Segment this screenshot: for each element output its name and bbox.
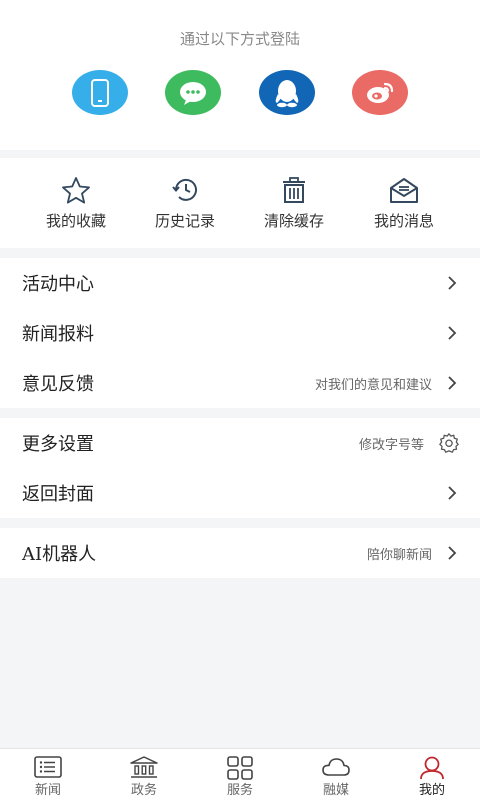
- chevron-right-icon: [448, 486, 457, 500]
- gear-icon: [439, 433, 459, 453]
- tab-government[interactable]: 政务: [96, 749, 192, 800]
- chevron-right-icon: [448, 546, 457, 560]
- chevron-right-icon: [448, 326, 457, 340]
- user-icon: [420, 756, 444, 780]
- qq-login-button[interactable]: [259, 70, 315, 115]
- menu-item-label: 意见反馈: [22, 374, 94, 395]
- favorites-button[interactable]: 我的收藏: [16, 158, 136, 248]
- chevron-right-icon: [448, 376, 457, 390]
- tab-services[interactable]: 服务: [192, 749, 288, 800]
- tab-label: 服务: [226, 783, 253, 798]
- menu-item-hint: 对我们的意见和建议: [314, 377, 432, 393]
- trash-icon: [283, 177, 305, 203]
- clear-cache-label: 清除缓存: [263, 212, 324, 230]
- menu-item-ai-robot[interactable]: AI机器人 陪你聊新闻: [0, 528, 480, 578]
- menu-item-hint: 陪你聊新闻: [366, 547, 432, 563]
- tab-label: 融媒: [322, 783, 349, 798]
- tab-mine[interactable]: 我的: [384, 749, 480, 800]
- menu-item-activity-center[interactable]: 活动中心: [0, 258, 480, 308]
- menu-item-label: 新闻报料: [22, 324, 94, 345]
- tab-label: 我的: [418, 783, 445, 798]
- star-icon: [62, 177, 90, 204]
- chevron-right-icon: [448, 276, 457, 290]
- menu-item-label: 返回封面: [22, 484, 94, 505]
- menu-group-1: 活动中心 新闻报料 意见反馈 对我们的意见和建议: [0, 258, 480, 408]
- clear-cache-button[interactable]: 清除缓存: [234, 158, 354, 248]
- menu-item-label: 活动中心: [22, 274, 94, 295]
- cloud-icon: [322, 758, 350, 776]
- wechat-icon: [180, 81, 206, 105]
- tab-media[interactable]: 融媒: [288, 749, 384, 800]
- quick-actions: 我的收藏 历史记录 清除缓存 我的消息: [0, 158, 480, 248]
- menu-group-3: AI机器人 陪你聊新闻: [0, 528, 480, 578]
- news-list-icon: [34, 756, 62, 778]
- menu-item-label: 更多设置: [22, 434, 94, 455]
- tab-label: 政务: [130, 783, 157, 798]
- menu-item-more-settings[interactable]: 更多设置 修改字号等: [0, 418, 480, 468]
- favorites-label: 我的收藏: [45, 212, 106, 230]
- login-section: 通过以下方式登陆: [0, 0, 480, 150]
- bottom-tab-bar: 新闻 政务 服务 融媒 我的: [0, 748, 480, 800]
- wechat-login-button[interactable]: [165, 70, 221, 115]
- messages-label: 我的消息: [373, 212, 434, 230]
- menu-item-back-to-cover[interactable]: 返回封面: [0, 468, 480, 518]
- grid-icon: [227, 756, 253, 780]
- phone-icon: [91, 78, 109, 107]
- tab-news[interactable]: 新闻: [0, 749, 96, 800]
- login-title: 通过以下方式登陆: [179, 30, 300, 48]
- weibo-login-button[interactable]: [352, 70, 408, 115]
- menu-group-2: 更多设置 修改字号等 返回封面: [0, 418, 480, 518]
- menu-item-feedback[interactable]: 意见反馈 对我们的意见和建议: [0, 358, 480, 408]
- weibo-icon: [367, 82, 394, 103]
- messages-button[interactable]: 我的消息: [344, 158, 464, 248]
- menu-item-label: AI机器人: [22, 544, 97, 565]
- history-icon: [172, 178, 197, 201]
- qq-icon: [275, 79, 299, 107]
- mail-icon: [390, 178, 418, 203]
- history-label: 历史记录: [154, 212, 215, 230]
- menu-item-hint: 修改字号等: [358, 437, 424, 453]
- tab-label: 新闻: [34, 783, 61, 798]
- menu-item-news-tipoff[interactable]: 新闻报料: [0, 308, 480, 358]
- government-building-icon: [130, 756, 158, 778]
- history-button[interactable]: 历史记录: [125, 158, 245, 248]
- phone-login-button[interactable]: [72, 70, 128, 115]
